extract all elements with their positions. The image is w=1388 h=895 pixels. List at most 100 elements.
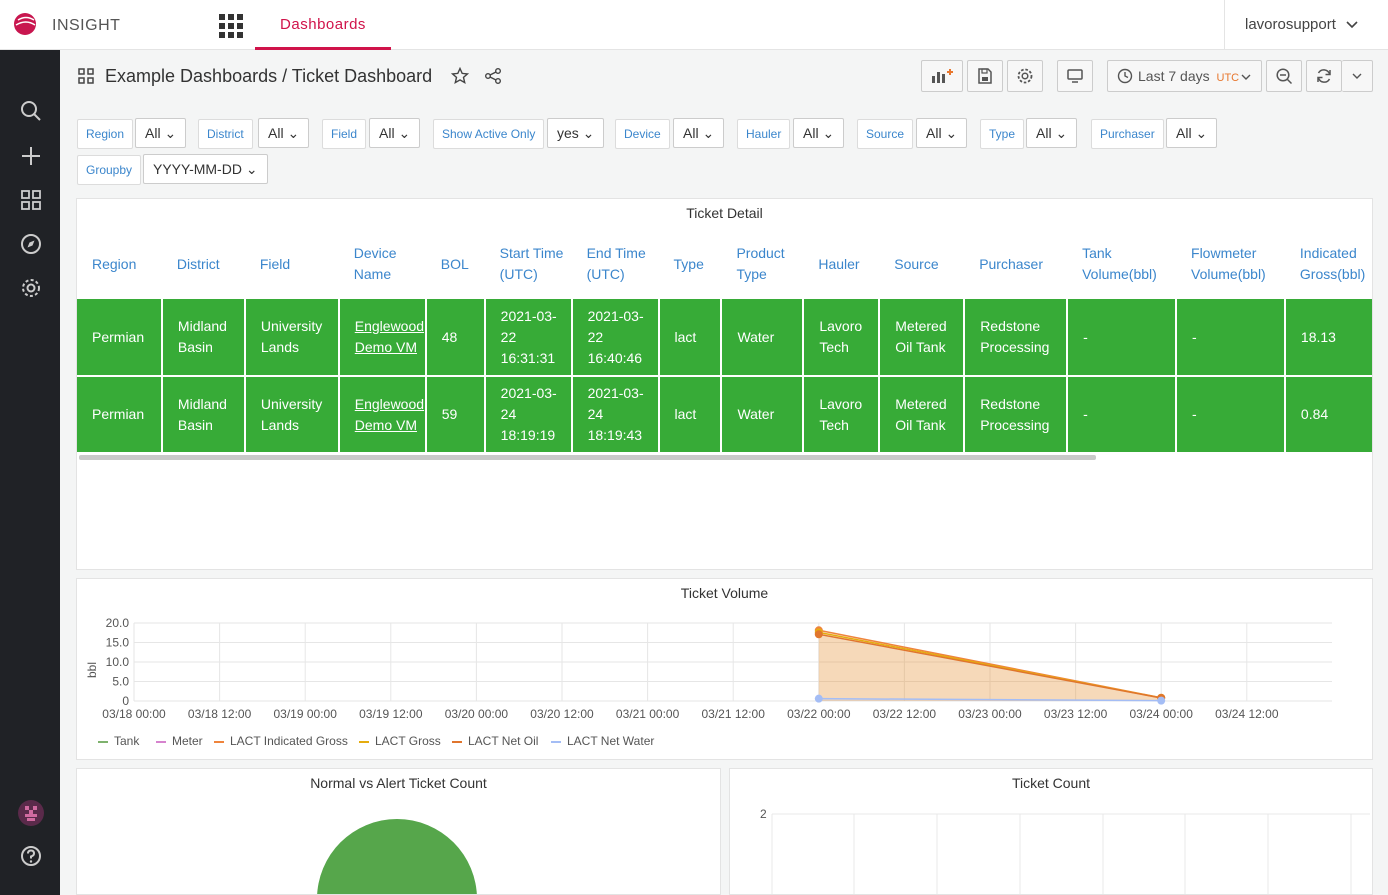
add-panel-icon — [932, 69, 953, 83]
column-header[interactable]: Field — [245, 229, 339, 299]
legend-item[interactable]: Meter — [156, 734, 203, 748]
var-value-show-active: yes — [557, 125, 579, 141]
table-cell: University Lands — [244, 299, 340, 377]
insight-logo-icon[interactable] — [12, 11, 38, 37]
legend-item[interactable]: LACT Net Water — [551, 734, 654, 748]
plus-icon[interactable] — [20, 145, 42, 167]
panel-title[interactable]: Normal vs Alert Ticket Count — [77, 771, 720, 795]
column-header[interactable]: BOL — [426, 229, 485, 299]
device-link[interactable]: Englewood Demo VM — [355, 318, 424, 355]
table-cell-link[interactable]: Englewood Demo VM — [338, 376, 427, 454]
legend-swatch — [452, 740, 462, 743]
column-header[interactable]: District — [162, 229, 245, 299]
column-header[interactable]: Start Time (UTC) — [485, 229, 572, 299]
horizontal-scrollbar[interactable] — [79, 455, 1096, 460]
tab-dashboards[interactable]: Dashboards — [255, 0, 391, 50]
help-icon[interactable] — [20, 845, 42, 867]
legend-label: LACT Indicated Gross — [230, 734, 348, 748]
table-cell: 18.13 — [1284, 299, 1372, 377]
legend-swatch — [98, 740, 108, 743]
legend-swatch — [359, 740, 369, 743]
var-label-purchaser: Purchaser — [1091, 119, 1164, 149]
column-header[interactable]: Product Type — [721, 229, 803, 299]
save-icon — [978, 68, 992, 84]
refresh-button[interactable] — [1306, 60, 1342, 92]
column-header[interactable]: Source — [879, 229, 964, 299]
gear-icon[interactable] — [20, 277, 42, 299]
add-panel-button[interactable] — [921, 60, 963, 92]
data-point[interactable] — [1157, 696, 1166, 705]
var-select-field[interactable]: All ⌄ — [369, 118, 421, 148]
refresh-icon — [1317, 69, 1331, 83]
data-point[interactable] — [814, 694, 823, 703]
legend-swatch — [551, 740, 561, 743]
table-cell: 48 — [425, 299, 486, 377]
x-tick-label: 03/18 00:00 — [102, 707, 166, 721]
var-value-district: All — [268, 125, 284, 141]
save-button[interactable] — [967, 60, 1003, 92]
share-icon[interactable] — [484, 67, 502, 85]
var-select-purchaser[interactable]: All ⌄ — [1166, 118, 1218, 148]
zoom-out-button[interactable] — [1266, 60, 1302, 92]
column-header[interactable]: Type — [659, 229, 722, 299]
x-tick-label: 03/20 00:00 — [445, 707, 509, 721]
column-header[interactable]: Purchaser — [964, 229, 1067, 299]
legend-item[interactable]: Tank — [98, 734, 139, 748]
panel-title[interactable]: Ticket Detail — [77, 201, 1372, 225]
x-tick-label: 03/22 12:00 — [873, 707, 937, 721]
var-select-district[interactable]: All ⌄ — [258, 118, 310, 148]
column-header[interactable]: Flowmeter Volume(bbl) — [1176, 229, 1285, 299]
x-tick-label: 03/20 12:00 — [530, 707, 594, 721]
refresh-interval-dropdown[interactable] — [1342, 60, 1373, 92]
column-header[interactable]: Hauler — [803, 229, 879, 299]
data-point[interactable] — [814, 630, 823, 639]
gear-icon — [1017, 68, 1033, 84]
var-select-source[interactable]: All ⌄ — [916, 118, 968, 148]
table-cell-link[interactable]: Englewood Demo VM — [338, 299, 427, 377]
column-header[interactable]: End Time (UTC) — [572, 229, 659, 299]
legend-swatch — [214, 740, 224, 743]
settings-button[interactable] — [1007, 60, 1043, 92]
user-menu[interactable]: lavorosupport — [1224, 0, 1388, 50]
time-range-picker[interactable]: Last 7 days UTC — [1107, 60, 1262, 92]
y-axis-tick: 2 — [760, 807, 767, 821]
var-label-show-active: Show Active Only — [433, 119, 545, 149]
search-icon[interactable] — [20, 100, 42, 122]
var-select-device[interactable]: All ⌄ — [673, 118, 725, 148]
ticket-volume-chart: 0 5.0 10.0 15.0 20.0 03/18 00:00 03/18 12:00 03… — [85, 616, 1332, 721]
column-header[interactable]: Tank Volume(bbl) — [1067, 229, 1176, 299]
legend-item[interactable]: LACT Gross — [359, 734, 441, 748]
legend-item[interactable]: LACT Net Oil — [452, 734, 538, 748]
var-select-show-active[interactable]: yes ⌄ — [547, 118, 605, 148]
pie-slice-normal[interactable] — [317, 819, 477, 895]
ticket-detail-panel: Ticket Detail Region District Field Devi… — [76, 198, 1373, 570]
y-tick-label: 0 — [122, 694, 129, 708]
var-value-type: All — [1036, 125, 1052, 141]
dashboards-icon[interactable] — [20, 189, 42, 211]
app-title: INSIGHT — [52, 17, 121, 34]
legend-swatch — [156, 740, 166, 743]
column-header[interactable]: Indicated Gross(bbl) — [1285, 229, 1372, 299]
var-select-hauler[interactable]: All ⌄ — [793, 118, 845, 148]
panel-title[interactable]: Ticket Count — [730, 771, 1372, 795]
legend-item[interactable]: LACT Indicated Gross — [214, 734, 348, 748]
y-axis-label: bbl — [85, 662, 99, 678]
device-link[interactable]: Englewood Demo VM — [355, 396, 424, 433]
var-select-type[interactable]: All ⌄ — [1026, 118, 1078, 148]
monitor-icon — [1067, 69, 1083, 83]
var-select-groupby[interactable]: YYYY-MM-DD ⌄ — [143, 154, 268, 184]
x-tick-label: 03/22 00:00 — [787, 707, 851, 721]
apps-grid-icon[interactable] — [218, 13, 244, 39]
breadcrumb[interactable]: Example Dashboards / Ticket Dashboard — [105, 66, 432, 86]
tv-mode-button[interactable] — [1057, 60, 1093, 92]
column-header[interactable]: Device Name — [339, 229, 426, 299]
table-cell: lact — [658, 376, 723, 454]
compass-icon[interactable] — [20, 233, 42, 255]
sidebar — [0, 50, 60, 895]
avatar[interactable] — [18, 800, 44, 826]
column-header[interactable]: Region — [77, 229, 162, 299]
star-icon[interactable] — [451, 66, 470, 85]
var-value-field: All — [379, 125, 395, 141]
x-tick-label: 03/21 12:00 — [701, 707, 765, 721]
var-select-region[interactable]: All ⌄ — [135, 118, 187, 148]
